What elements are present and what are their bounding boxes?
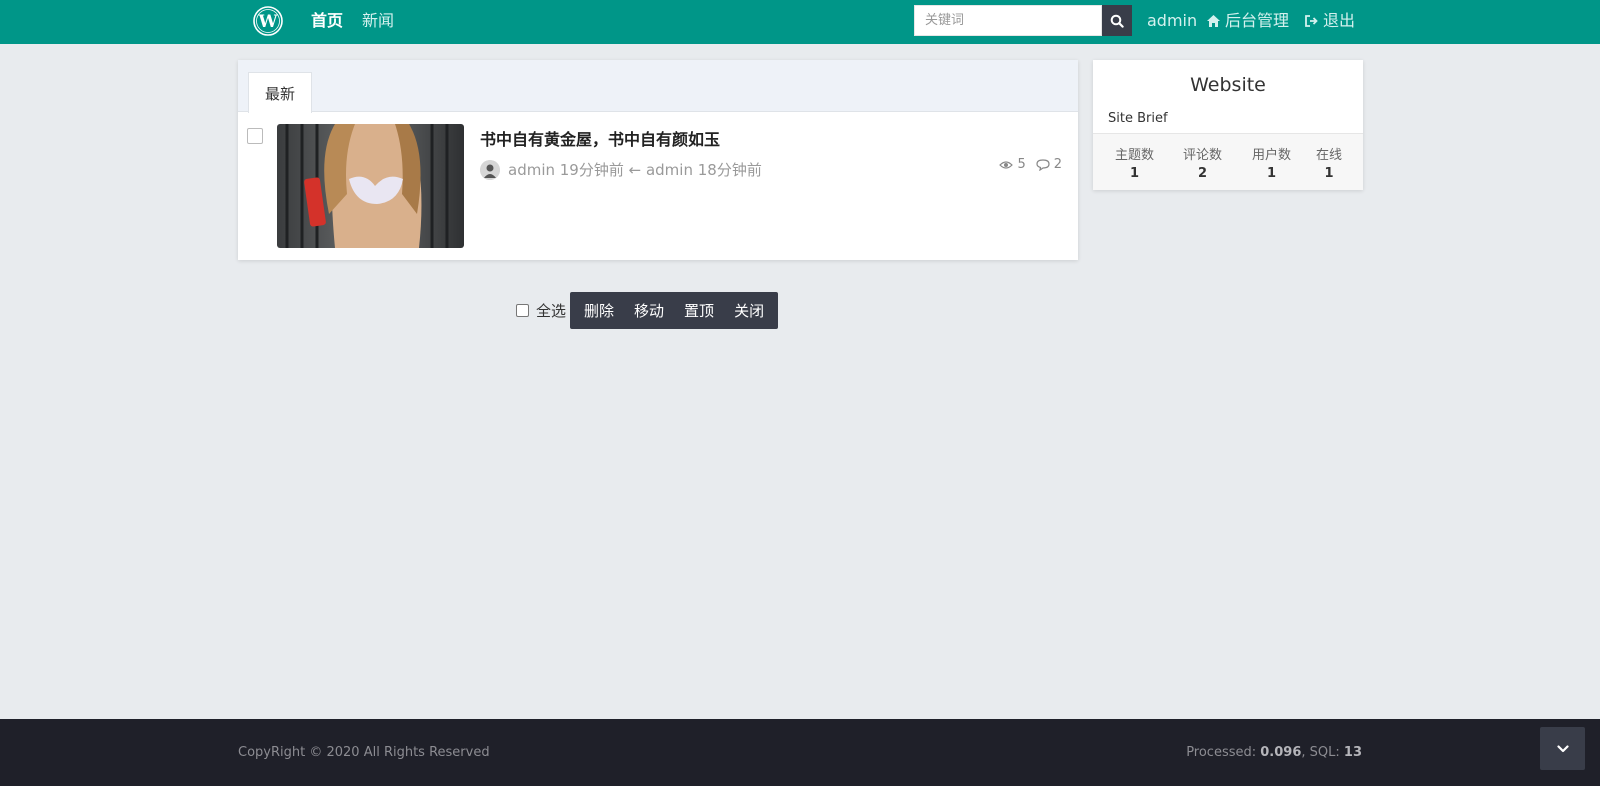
stat-online: 在线 1 [1316,144,1342,181]
home-icon [1207,15,1220,27]
comment-count: 2 [1053,157,1062,172]
stat-users: 用户数 1 [1252,144,1291,181]
stat-value: 1 [1129,166,1140,181]
sign-out-icon [1305,15,1318,27]
top-navbar: W 首页 新闻 admin 后台管理 退出 [0,0,1600,44]
batch-button-group: 删除 移动 置顶 关闭 [570,292,779,329]
chevron-down-icon [1556,744,1569,752]
stat-label: 评论数 [1183,148,1223,163]
processed-value: 0.096 [1260,745,1302,760]
select-all-checkbox[interactable] [516,304,529,317]
site-info-card: Website Site Brief 主题数 1 评论数 2 用户数 1 在线 … [1093,60,1363,190]
view-count: 5 [1017,157,1026,172]
scroll-down-button[interactable] [1540,727,1585,770]
nav-home[interactable]: 首页 [311,11,343,31]
sql-value: 13 [1343,745,1362,760]
stat-label: 主题数 [1115,148,1155,163]
stat-value: 1 [1266,166,1277,181]
stat-value: 2 [1197,166,1208,181]
select-all-label[interactable]: 全选 [536,300,566,321]
post-title[interactable]: 书中自有黄金屋，书中自有颜如玉 [480,126,720,150]
post-meta: admin 19分钟前 ← admin 18分钟前 [508,161,762,179]
site-title: Website [1190,74,1266,96]
svg-text:W: W [257,12,278,32]
eye-icon [999,160,1014,169]
site-stats: 主题数 1 评论数 2 用户数 1 在线 1 [1093,133,1363,190]
processed-info: Processed: 0.096, SQL: 13 [1186,745,1362,760]
stat-threads: 主题数 1 [1115,144,1154,181]
site-brief: Site Brief [1108,111,1168,126]
footer: CopyRight © 2020 All Rights Reserved Pro… [0,719,1600,786]
delete-button[interactable]: 删除 [574,292,624,329]
stat-comments: 评论数 2 [1183,144,1222,181]
move-button[interactable]: 移动 [624,292,674,329]
tab-bar: 最新 [238,60,1078,113]
stat-value: 1 [1324,166,1334,181]
admin-link-label: 后台管理 [1225,11,1290,30]
pin-top-button[interactable]: 置顶 [674,292,724,329]
close-button[interactable]: 关闭 [724,292,774,329]
processed-label: Processed: [1186,745,1261,760]
sql-label: , SQL: [1301,745,1344,760]
row-checkbox[interactable] [247,128,263,144]
comment-icon [1036,158,1050,171]
tab-latest[interactable]: 最新 [248,72,312,113]
search-button[interactable] [1102,5,1132,36]
post-thumbnail[interactable] [277,124,464,248]
logout-link[interactable]: 退出 [1304,11,1355,31]
copyright-text: CopyRight © 2020 All Rights Reserved [238,745,490,760]
admin-link[interactable]: 后台管理 [1206,11,1289,31]
batch-actions: 全选 删除 移动 置顶 关闭 [516,292,779,329]
wordpress-logo-icon[interactable]: W [253,6,283,36]
search-icon [1110,14,1124,28]
search-input[interactable] [914,5,1102,36]
stat-label: 用户数 [1252,148,1292,163]
stat-label: 在线 [1316,148,1343,163]
avatar[interactable] [480,160,500,180]
logout-label: 退出 [1323,11,1356,30]
nav-news[interactable]: 新闻 [362,11,394,31]
thread-list-card: 最新 书中自有黄金屋，书中自有颜如玉 admin 19分钟前 ← admin 1… [238,60,1078,260]
post-stats: 5 2 [999,157,1062,172]
user-link[interactable]: admin [1147,11,1197,31]
